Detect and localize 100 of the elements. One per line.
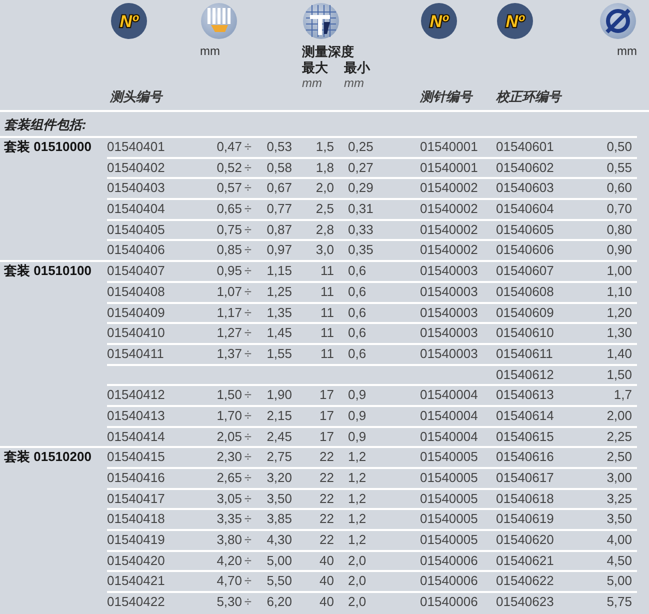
table-cell: 0,95 ÷ 1,15 (195, 260, 295, 281)
table-cell: 1,2 (340, 467, 415, 488)
table-cell: 01540620 (495, 529, 590, 550)
table-cell: 0,80 (590, 218, 637, 240)
table-cell: 3,05 ÷ 3,50 (195, 488, 295, 508)
table-cell: 3,50 (590, 508, 637, 530)
table-cell: 0,25 (340, 136, 415, 157)
table-cell: 01540422 (107, 591, 195, 612)
table-cell: 1,7 (590, 384, 637, 405)
table-cell: 01540618 (495, 488, 590, 508)
number-sign-icon: Nº (496, 2, 534, 40)
table-cell: 0,6 (340, 260, 415, 281)
table-cell: 0,57 ÷ 0,67 (195, 177, 295, 198)
column-title: 测量深度 (302, 44, 354, 60)
table-cell: 01540004 (415, 384, 495, 405)
table-cell: 01540004 (415, 404, 495, 426)
unit-label: mm (344, 76, 365, 90)
table-cell: 4,00 (590, 529, 637, 550)
column-header: 测针编号 (420, 88, 472, 106)
table-cell: 01540406 (107, 239, 195, 260)
unit-label: mm (617, 44, 637, 58)
table-cell: 01540002 (415, 218, 495, 240)
table-cell: 01540003 (415, 280, 495, 302)
table-cell: 11 (295, 280, 340, 302)
number-sign-icon: Nº (420, 2, 458, 40)
table-cell: 01540604 (495, 198, 590, 219)
table-cell: 0,50 (590, 136, 637, 157)
table-cell: 0,65 ÷ 0,77 (195, 198, 295, 219)
table-cell: 0,60 (590, 177, 637, 198)
table-cell: 01540413 (107, 404, 195, 426)
table-cell: 01540410 (107, 322, 195, 343)
table-cell: 0,29 (340, 177, 415, 198)
table-cell: 1,27 ÷ 1,45 (195, 322, 295, 343)
table-cell: 01540419 (107, 529, 195, 550)
table-cell: 01540006 (415, 550, 495, 570)
table-cell: 0,6 (340, 280, 415, 302)
table-cell: 01540601 (495, 136, 590, 157)
table-cell: 0,33 (340, 218, 415, 240)
table-cell: 01540616 (495, 446, 590, 467)
table-cell: 40 (295, 550, 340, 570)
table-cell: 0,27 (340, 156, 415, 178)
table-cell: 01540414 (107, 426, 195, 446)
table-cell: 01540003 (415, 260, 495, 281)
table-cell: 0,9 (340, 404, 415, 426)
table-cell: 2,0 (340, 550, 415, 570)
table-cell: 01540608 (495, 280, 590, 302)
table-cell: 2,0 (295, 177, 340, 198)
table-cell: 4,20 ÷ 5,00 (195, 550, 295, 570)
table-cell: 11 (295, 322, 340, 343)
table-cell: 22 (295, 508, 340, 530)
table-cell: 1,00 (590, 260, 637, 281)
table-cell: 0,70 (590, 198, 637, 219)
table-cell: 01540401 (107, 136, 195, 157)
table-cell: 01540005 (415, 446, 495, 467)
table-cell: 01540622 (495, 570, 590, 592)
kit-label: 套装 01510200 (0, 446, 107, 467)
table-cell: 0,35 (340, 239, 415, 260)
table-cell: 01540409 (107, 302, 195, 322)
table-cell: 01540407 (107, 260, 195, 281)
table-cell: 01540609 (495, 302, 590, 322)
table-cell: 0,85 ÷ 0,97 (195, 239, 295, 260)
table-cell: 01540005 (415, 508, 495, 530)
table-cell: 01540001 (415, 136, 495, 157)
table-cell: 01540002 (415, 239, 495, 260)
table-cell: 01540421 (107, 570, 195, 592)
table-cell: 40 (295, 570, 340, 592)
table-cell: 01540405 (107, 218, 195, 240)
table-cell: 11 (295, 302, 340, 322)
table-cell: 01540404 (107, 198, 195, 219)
table-cell: 3,25 (590, 488, 637, 508)
table-cell: 01540416 (107, 467, 195, 488)
table-cell: 1,50 (590, 364, 637, 384)
table-cell: 01540418 (107, 508, 195, 530)
section-title: 套装组件包括: (4, 116, 86, 134)
table-cell: 01540004 (415, 426, 495, 446)
table-cell: 2,5 (295, 198, 340, 219)
table-cell: 01540003 (415, 302, 495, 322)
table-cell: 1,2 (340, 508, 415, 530)
table-cell: 0,47 ÷ 0,53 (195, 136, 295, 157)
table-cell: 01540006 (415, 570, 495, 592)
table-cell: 2,30 ÷ 2,75 (195, 446, 295, 467)
table-cell: 3,35 ÷ 3,85 (195, 508, 295, 530)
column-header: 校正环编号 (496, 88, 561, 106)
number-sign-icon: Nº (110, 2, 148, 40)
table-cell: 01540412 (107, 384, 195, 405)
unit-label: mm (302, 76, 323, 90)
table-cell: 1,70 ÷ 2,15 (195, 404, 295, 426)
table-cell: 01540606 (495, 239, 590, 260)
table-cell: 01540403 (107, 177, 195, 198)
table-cell: 01540614 (495, 404, 590, 426)
table-cell: 1,50 ÷ 1,90 (195, 384, 295, 405)
table-cell: 01540612 (495, 364, 590, 384)
table-cell: 01540415 (107, 446, 195, 467)
table-cell: 01540402 (107, 156, 195, 178)
table-cell: 0,9 (340, 426, 415, 446)
table-cell: 01540617 (495, 467, 590, 488)
table-cell: 1,17 ÷ 1,35 (195, 302, 295, 322)
table-cell: 3,00 (590, 467, 637, 488)
table-cell: 01540420 (107, 550, 195, 570)
bore-gauge-icon (200, 2, 238, 40)
